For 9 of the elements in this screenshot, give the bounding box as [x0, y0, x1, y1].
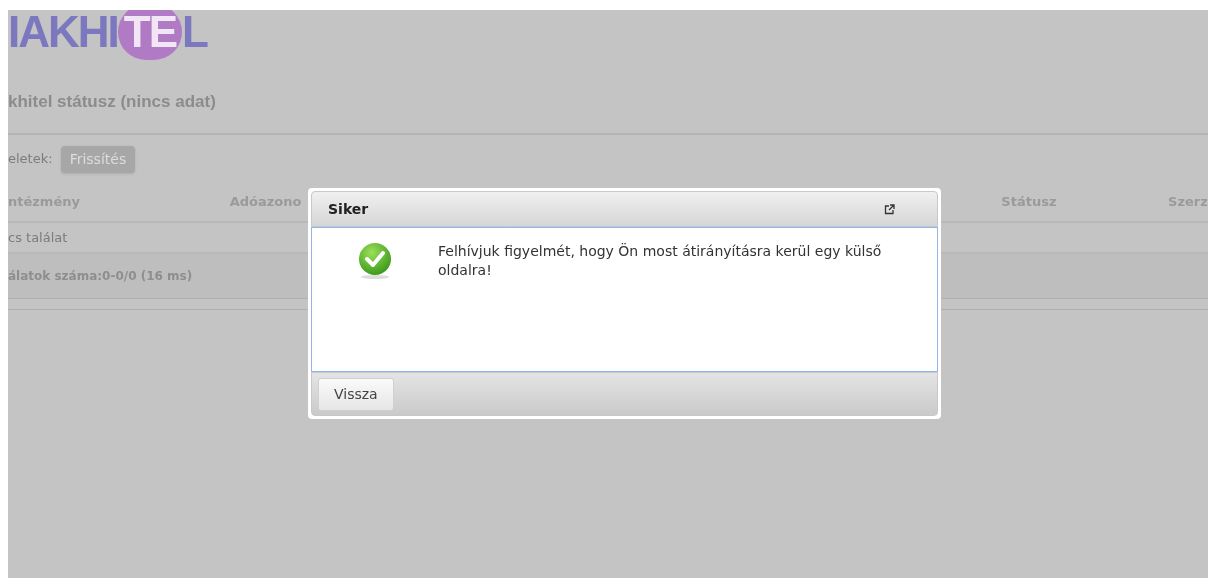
check-icon — [357, 242, 393, 280]
dialog-title: Siker — [328, 199, 369, 219]
empty-message: cs találat — [8, 228, 68, 247]
logo: IAKHITEL — [8, 10, 207, 60]
dialog-message: Felhívjuk figyelmét, hogy Ön most átirányításra kerül egy külső oldalra! — [438, 242, 883, 280]
back-button[interactable]: Vissza — [318, 377, 394, 411]
page-title: khitel státusz (nincs adat) — [8, 90, 216, 113]
toolbar-label: eletek: — [8, 150, 53, 169]
external-link-icon[interactable] — [884, 203, 895, 215]
